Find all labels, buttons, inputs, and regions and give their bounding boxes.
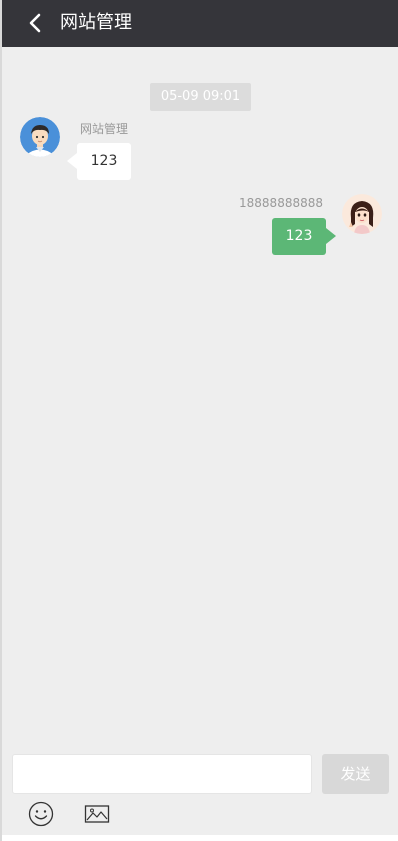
chat-window: 网站管理 05-09 09:01 网站管理 123 18888888888 12… <box>0 0 398 841</box>
message-bubble-incoming: 123 <box>67 143 131 180</box>
image-upload-button[interactable] <box>84 801 110 827</box>
emoji-button[interactable] <box>28 801 54 827</box>
smiley-icon <box>28 801 54 827</box>
message-timestamp: 05-09 09:01 <box>150 83 251 111</box>
avatar-admin[interactable] <box>20 117 60 157</box>
send-button[interactable]: 发送 <box>322 754 389 794</box>
avatar-user[interactable] <box>342 194 382 234</box>
sender-name-admin: 网站管理 <box>80 122 129 136</box>
male-avatar-icon <box>20 117 60 157</box>
female-avatar-icon <box>342 194 382 234</box>
message-input[interactable] <box>12 754 312 794</box>
page-title: 网站管理 <box>60 12 132 33</box>
composer-bar: 发送 <box>2 742 398 841</box>
bottom-safe-area <box>2 835 398 841</box>
chevron-left-icon <box>29 13 41 33</box>
message-bubble-outgoing: 123 <box>272 218 336 255</box>
back-button[interactable] <box>22 9 50 37</box>
sender-name-user: 18888888888 <box>239 196 323 210</box>
header-bar: 网站管理 <box>2 0 398 47</box>
image-icon <box>84 805 110 823</box>
